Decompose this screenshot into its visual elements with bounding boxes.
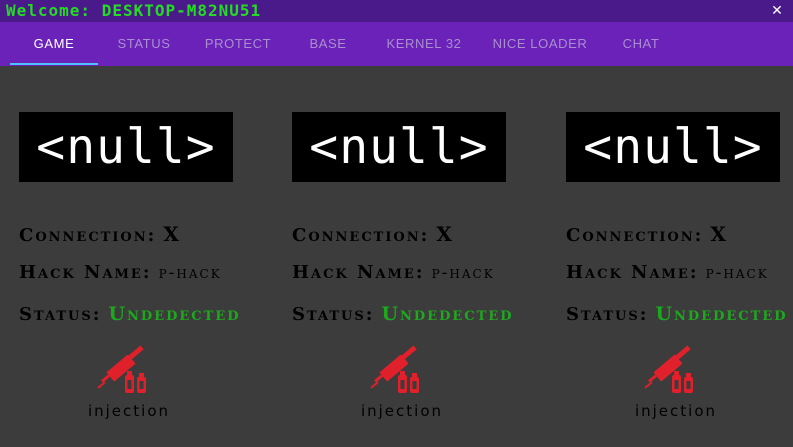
- status-label: Status:: [292, 304, 375, 325]
- active-tab-indicator: [10, 63, 98, 65]
- status-value: Undedected: [381, 303, 514, 325]
- injection-button[interactable]: injection: [332, 402, 472, 420]
- close-button[interactable]: ✕: [769, 1, 785, 19]
- tab-protect[interactable]: PROTECT: [196, 22, 280, 66]
- hack-name-row: Hack Name: p-hack: [566, 262, 769, 283]
- status-row: Status: Undedected: [19, 303, 241, 325]
- tab-chat[interactable]: CHAT: [610, 22, 672, 66]
- connection-row: Connection: X: [566, 222, 728, 246]
- hack-card: <null> Connection: X Hack Name: p-hack S…: [566, 112, 786, 432]
- hack-name-label: Hack Name:: [566, 262, 699, 283]
- hack-name-row: Hack Name: p-hack: [19, 262, 222, 283]
- status-value: Undedected: [108, 303, 241, 325]
- syringe-icon[interactable]: [95, 344, 151, 396]
- status-row: Status: Undedected: [292, 303, 514, 325]
- syringe-icon[interactable]: [368, 344, 424, 396]
- status-label: Status:: [19, 304, 102, 325]
- game-image-placeholder: <null>: [292, 112, 506, 182]
- game-image-placeholder: <null>: [19, 112, 233, 182]
- connection-value: X: [710, 222, 728, 246]
- hack-name-value: p-hack: [158, 263, 222, 283]
- hack-name-value: p-hack: [431, 263, 495, 283]
- game-image-placeholder: <null>: [566, 112, 780, 182]
- status-value: Undedected: [655, 303, 788, 325]
- connection-value: X: [436, 222, 454, 246]
- tab-bar: GAME STATUS PROTECT BASE KERNEL 32 NICE …: [0, 22, 793, 66]
- title-bar: Welcome: DESKTOP-M82NU51 ✕: [0, 0, 793, 22]
- hack-card: <null> Connection: X Hack Name: p-hack S…: [292, 112, 512, 432]
- tab-status[interactable]: STATUS: [104, 22, 184, 66]
- tab-game[interactable]: GAME: [10, 22, 98, 66]
- hack-card: <null> Connection: X Hack Name: p-hack S…: [19, 112, 239, 432]
- window-title: Welcome: DESKTOP-M82NU51: [6, 1, 262, 20]
- connection-row: Connection: X: [292, 222, 454, 246]
- connection-label: Connection:: [19, 225, 157, 246]
- tab-nice-loader[interactable]: NICE LOADER: [486, 22, 594, 66]
- status-row: Status: Undedected: [566, 303, 788, 325]
- hack-name-value: p-hack: [705, 263, 769, 283]
- hack-name-row: Hack Name: p-hack: [292, 262, 495, 283]
- connection-label: Connection:: [566, 225, 704, 246]
- injection-button[interactable]: injection: [59, 402, 199, 420]
- tab-base[interactable]: BASE: [296, 22, 360, 66]
- connection-label: Connection:: [292, 225, 430, 246]
- hack-name-label: Hack Name:: [19, 262, 152, 283]
- injection-button[interactable]: injection: [606, 402, 746, 420]
- syringe-icon[interactable]: [642, 344, 698, 396]
- hack-name-label: Hack Name:: [292, 262, 425, 283]
- status-label: Status:: [566, 304, 649, 325]
- connection-row: Connection: X: [19, 222, 181, 246]
- tab-kernel-32[interactable]: KERNEL 32: [380, 22, 468, 66]
- connection-value: X: [163, 222, 181, 246]
